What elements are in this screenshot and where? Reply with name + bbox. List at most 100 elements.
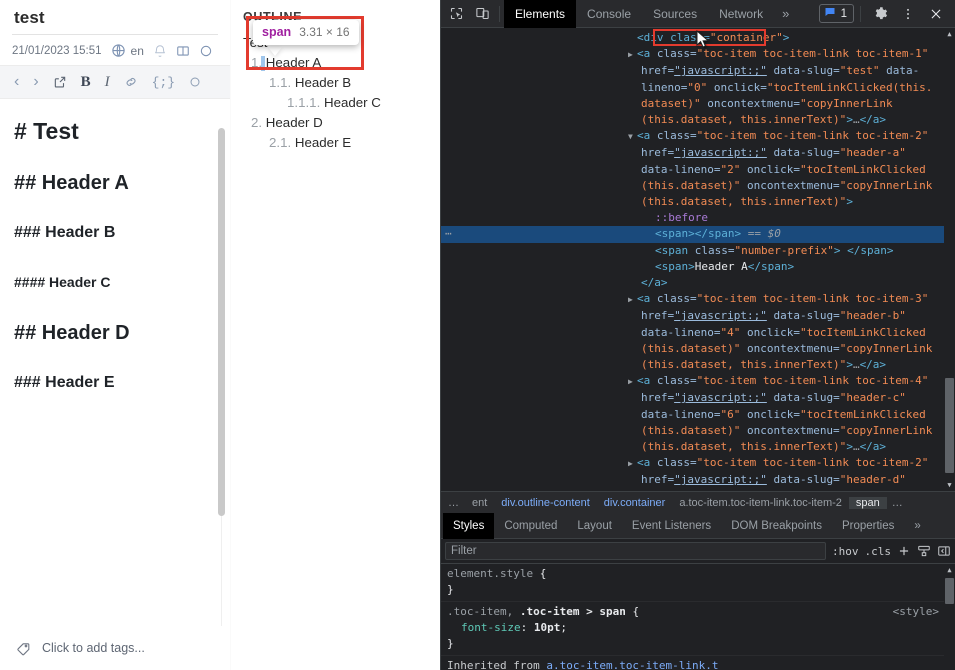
dom-tree-row[interactable]: data-lineno="2" onclick="tocItemLinkClic… [441, 162, 955, 178]
dom-tree-row[interactable]: (this.dataset)" oncontextmenu="copyInner… [441, 341, 955, 357]
outline-item-header-c[interactable]: 1.1.1. Header C [243, 93, 440, 113]
chevron-down-icon[interactable]: ▼ [628, 129, 637, 145]
dom-tree-scrollbar-thumb[interactable] [945, 378, 954, 473]
style-property-name[interactable]: font-size [447, 621, 521, 634]
inherited-source-link[interactable]: a.toc-item.toc-item-link.t [546, 659, 718, 670]
code-button[interactable]: {;} [152, 75, 175, 90]
gear-icon[interactable] [867, 1, 893, 27]
hov-toggle[interactable]: :hov [832, 545, 859, 558]
markdown-line[interactable]: ## Header D [14, 322, 216, 344]
device-toolbar-icon[interactable] [469, 1, 495, 27]
dom-tree-row[interactable]: ▶ <a class="toc-item toc-item-link toc-it… [441, 46, 955, 63]
style-property-value[interactable]: 10pt [534, 621, 561, 634]
globe-icon[interactable] [111, 43, 126, 58]
sidebar-more-tabs-button[interactable]: » [904, 513, 930, 539]
chevron-right-icon[interactable]: ▶ [628, 456, 637, 472]
tab-styles[interactable]: Styles [443, 512, 495, 539]
breadcrumb-overflow-left[interactable]: … [443, 497, 465, 509]
link-icon[interactable] [124, 75, 138, 89]
breadcrumb-item-selected[interactable]: span [848, 496, 887, 509]
split-view-icon[interactable] [176, 44, 190, 58]
chevron-right-icon[interactable]: ▶ [628, 292, 637, 308]
style-rule-toc-item[interactable]: <style> .toc-item, .toc-item > span { fo… [441, 602, 955, 656]
tab-elements[interactable]: Elements [504, 0, 577, 28]
more-vertical-icon[interactable] [895, 1, 921, 27]
style-filter-input[interactable]: Filter [445, 542, 826, 560]
tag-bar[interactable]: Click to add tags... [0, 626, 230, 670]
dom-tree-row[interactable]: ▼ <a class="toc-item toc-item-link toc-it… [441, 128, 955, 145]
dom-tree-row[interactable]: (this.dataset)" oncontextmenu="copyInner… [441, 423, 955, 439]
tab-layout[interactable]: Layout [567, 513, 622, 539]
markdown-editor-body[interactable]: # Test ## Header A ### Header B #### Hea… [0, 99, 230, 392]
dom-tree-row[interactable]: <span class="number-prefix"> </span> [441, 243, 955, 259]
markdown-line[interactable]: # Test [14, 118, 216, 144]
style-rule-element-style[interactable]: element.style { } [441, 564, 955, 602]
more-format-icon[interactable] [189, 76, 201, 88]
dom-tree-row[interactable]: ▶ <a class="toc-item toc-item-link toc-it… [441, 373, 955, 390]
back-button[interactable]: ‹ [14, 73, 19, 91]
dom-tree-row[interactable]: (this.dataset)" oncontextmenu="copyInner… [441, 178, 955, 194]
breadcrumb-item[interactable]: a.toc-item.toc-item-link.toc-item-2 [672, 497, 849, 509]
tab-console[interactable]: Console [576, 0, 642, 28]
breadcrumb-item[interactable]: div.container [597, 497, 673, 509]
plus-icon[interactable] [897, 544, 911, 558]
scroll-up-arrow-icon[interactable]: ▲ [944, 28, 955, 40]
tab-event-listeners[interactable]: Event Listeners [622, 513, 721, 539]
markdown-line[interactable]: ### Header B [14, 224, 216, 242]
dom-tree-row[interactable]: (this.dataset, this.innerText)">…</a> [441, 357, 955, 373]
breadcrumb-overflow-right[interactable]: … [887, 497, 909, 509]
dom-tree-row[interactable]: ::before [441, 210, 955, 226]
markdown-line[interactable]: ### Header E [14, 374, 216, 392]
styles-scrollbar-track[interactable]: ▲ ▼ [944, 564, 955, 670]
dom-tree-row[interactable]: ▶ <a class="toc-item toc-item-link toc-it… [441, 455, 955, 472]
tab-network[interactable]: Network [708, 0, 774, 28]
dom-tree-row-selected[interactable]: ⋯ <span></span> == $0 [441, 226, 955, 243]
chevron-right-icon[interactable]: ▶ [628, 47, 637, 63]
more-tabs-button[interactable]: » [774, 6, 797, 21]
chevron-right-icon[interactable]: ▶ [628, 374, 637, 390]
message-count-badge[interactable]: 1 [818, 4, 854, 23]
dom-tree-row[interactable]: href="javascript:;" data-slug="test" dat… [441, 63, 955, 79]
dom-tree-row[interactable]: data-lineno="4" onclick="tocItemLinkClic… [441, 325, 955, 341]
style-rule-origin[interactable]: <style> [893, 604, 939, 620]
open-external-icon[interactable] [53, 75, 67, 89]
bold-button[interactable]: B [81, 74, 91, 91]
outline-item-header-b[interactable]: 1.1. Header B [243, 73, 440, 93]
markdown-line[interactable]: #### Header C [14, 274, 216, 290]
dom-tree-row[interactable]: href="javascript:;" data-slug="header-d" [441, 472, 955, 488]
tab-computed[interactable]: Computed [494, 513, 567, 539]
breadcrumb-item[interactable]: ent [465, 497, 494, 509]
bell-icon[interactable] [153, 44, 167, 58]
dom-tree-row[interactable]: <span>Header A</span> [441, 259, 955, 275]
dom-tree-row[interactable]: href="javascript:;" data-slug="header-c" [441, 390, 955, 406]
overflow-icon[interactable] [199, 44, 213, 58]
dom-tree-row[interactable]: data-lineno="6" onclick="tocItemLinkClic… [441, 407, 955, 423]
dom-tree-row[interactable]: (this.dataset, this.innerText)">…</a> [441, 439, 955, 455]
breadcrumb-item[interactable]: div.outline-content [494, 497, 596, 509]
styles-scroll-up-icon[interactable]: ▲ [944, 564, 955, 576]
dom-tree-row[interactable]: lineno="0" onclick="tocItemLinkClicked(t… [441, 80, 955, 96]
tab-dom-breakpoints[interactable]: DOM Breakpoints [721, 513, 832, 539]
outline-item-header-a[interactable]: 1. Header A [243, 53, 440, 73]
dom-tree-row[interactable]: href="javascript:;" data-slug="header-b" [441, 308, 955, 324]
dom-tree-row[interactable]: (this.dataset, this.innerText)">…</a> [441, 112, 955, 128]
dom-tree-row[interactable]: dataset)" oncontextmenu="copyInnerLink [441, 96, 955, 112]
styles-scrollbar-thumb[interactable] [945, 578, 954, 604]
forward-button[interactable]: › [33, 73, 38, 91]
cls-toggle[interactable]: .cls [865, 545, 892, 558]
scroll-down-arrow-icon[interactable]: ▼ [944, 479, 955, 491]
italic-button[interactable]: I [105, 74, 110, 91]
dom-tree-row[interactable]: </a> [441, 275, 955, 291]
stylesheet-icon[interactable] [917, 544, 931, 558]
close-icon[interactable] [923, 1, 949, 27]
toggle-sidebar-icon[interactable] [937, 544, 951, 558]
inspect-element-icon[interactable] [443, 1, 469, 27]
tab-sources[interactable]: Sources [642, 0, 708, 28]
tab-properties[interactable]: Properties [832, 513, 904, 539]
dom-tree-scrollbar-track[interactable]: ▲ ▼ [944, 28, 955, 491]
dom-tree-row[interactable]: href="javascript:;" data-slug="header-a" [441, 145, 955, 161]
editor-scrollbar-thumb[interactable] [218, 128, 225, 516]
outline-item-header-e[interactable]: 2.1. Header E [243, 133, 440, 153]
language-label[interactable]: en [131, 44, 144, 58]
dom-tree-row[interactable]: (this.dataset, this.innerText)"> [441, 194, 955, 210]
